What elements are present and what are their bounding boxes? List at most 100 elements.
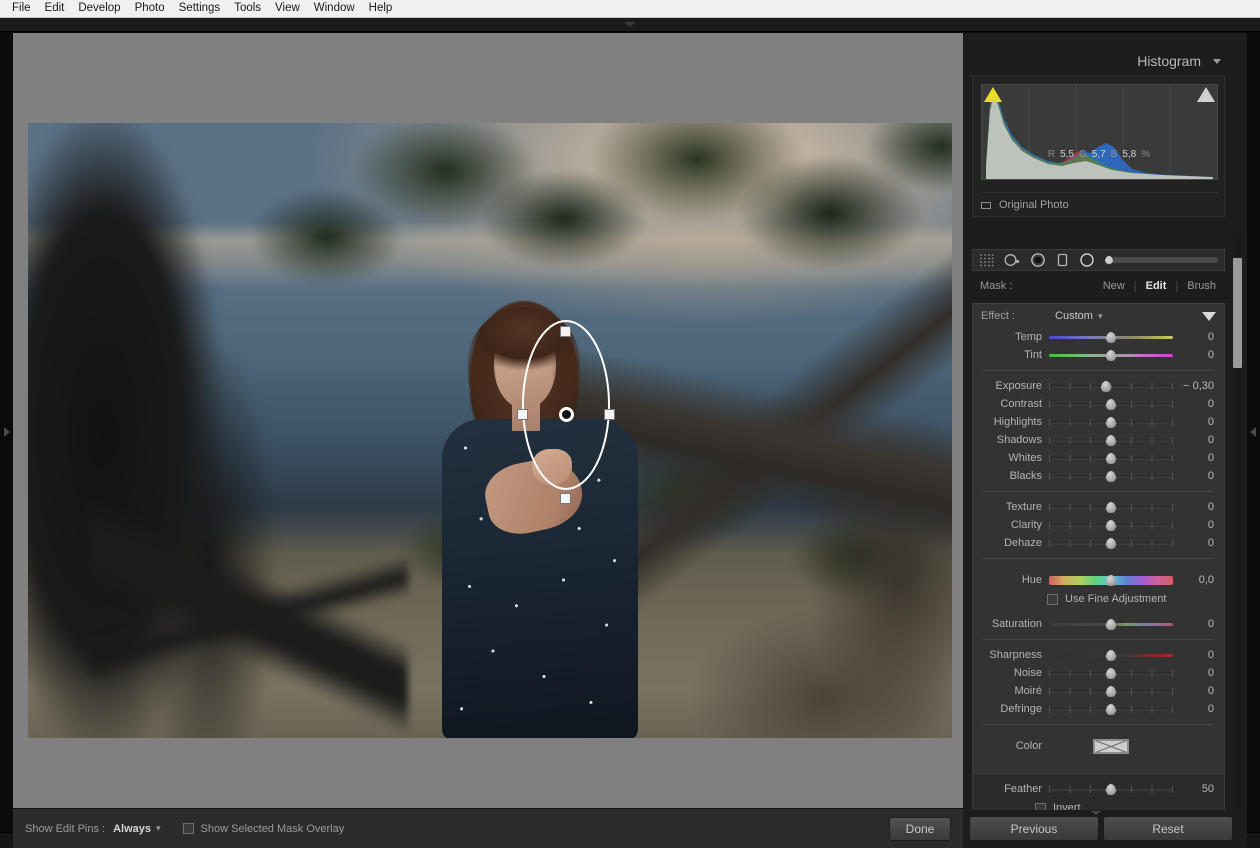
slider-knob-texture[interactable]	[1105, 501, 1117, 514]
slider-track-sharpness[interactable]	[1049, 646, 1173, 664]
slider-track-moire[interactable]	[1049, 682, 1173, 700]
slider-track-exposure[interactable]	[1049, 377, 1173, 395]
show-mask-overlay-checkbox[interactable]	[182, 823, 194, 834]
slider-row-highlights[interactable]: Highlights 0	[973, 413, 1224, 431]
menu-item-settings[interactable]: Settings	[172, 0, 228, 17]
menu-item-edit[interactable]: Edit	[38, 0, 72, 17]
slider-value-defringe[interactable]: 0	[1178, 703, 1220, 715]
scrollbar-thumb[interactable]	[1233, 258, 1242, 368]
slider-row-noise[interactable]: Noise 0	[973, 664, 1224, 682]
color-swatch-row[interactable]: Color	[973, 731, 1224, 761]
slider-value-hue[interactable]: 0,0	[1178, 574, 1220, 586]
slider-knob-dehaze[interactable]	[1105, 537, 1117, 550]
slider-row-whites[interactable]: Whites 0	[973, 449, 1224, 467]
previous-button[interactable]: Previous	[969, 816, 1099, 841]
slider-knob-highlights[interactable]	[1105, 416, 1117, 429]
reset-button[interactable]: Reset	[1103, 816, 1233, 841]
slider-value-shadows[interactable]: 0	[1178, 434, 1220, 446]
left-panel-collapse-rail[interactable]	[0, 32, 13, 832]
slider-value-feather[interactable]: 50	[1178, 783, 1220, 795]
slider-row-hue[interactable]: Hue 0,0	[973, 571, 1224, 589]
mask-edit-button[interactable]: Edit	[1137, 280, 1176, 292]
color-swatch-button[interactable]	[1093, 738, 1129, 754]
slider-value-exposure[interactable]: − 0,30	[1178, 380, 1220, 392]
slider-row-temp[interactable]: Temp 0	[973, 328, 1224, 346]
slider-knob-whites[interactable]	[1105, 452, 1117, 465]
brush-size-slider[interactable]	[1104, 255, 1218, 265]
mask-new-button[interactable]: New	[1094, 280, 1134, 292]
slider-row-contrast[interactable]: Contrast 0	[973, 395, 1224, 413]
slider-track-texture[interactable]	[1049, 498, 1173, 516]
slider-knob-defringe[interactable]	[1105, 703, 1117, 716]
slider-row-shadows[interactable]: Shadows 0	[973, 431, 1224, 449]
slider-value-blacks[interactable]: 0	[1178, 470, 1220, 482]
slider-row-blacks[interactable]: Blacks 0	[973, 467, 1224, 485]
slider-track-shadows[interactable]	[1049, 431, 1173, 449]
mask-handle-left[interactable]	[517, 409, 528, 420]
right-panel-scrollbar[interactable]	[1233, 233, 1242, 808]
done-button[interactable]: Done	[889, 817, 951, 841]
chevron-down-icon[interactable]	[1091, 811, 1101, 815]
slider-row-clarity[interactable]: Clarity 0	[973, 516, 1224, 534]
slider-track-blacks[interactable]	[1049, 467, 1173, 485]
menu-item-develop[interactable]: Develop	[71, 0, 127, 17]
slider-row-moire[interactable]: Moiré 0	[973, 682, 1224, 700]
slider-knob-tint[interactable]	[1105, 349, 1117, 362]
menu-item-tools[interactable]: Tools	[227, 0, 268, 17]
slider-value-temp[interactable]: 0	[1178, 331, 1220, 343]
slider-value-contrast[interactable]: 0	[1178, 398, 1220, 410]
brush-size-knob[interactable]	[1104, 255, 1114, 265]
slider-track-dehaze[interactable]	[1049, 534, 1173, 552]
slider-value-moire[interactable]: 0	[1178, 685, 1220, 697]
slider-knob-contrast[interactable]	[1105, 398, 1117, 411]
original-photo-row[interactable]: Original Photo	[981, 192, 1218, 211]
slider-track-whites[interactable]	[1049, 449, 1173, 467]
radial-gradient-icon[interactable]	[1079, 253, 1095, 267]
slider-value-dehaze[interactable]: 0	[1178, 537, 1220, 549]
slider-row-dehaze[interactable]: Dehaze 0	[973, 534, 1224, 552]
slider-track-contrast[interactable]	[1049, 395, 1173, 413]
slider-value-texture[interactable]: 0	[1178, 501, 1220, 513]
slider-knob-feather[interactable]	[1105, 783, 1117, 796]
menu-item-photo[interactable]: Photo	[128, 0, 172, 17]
radial-filter-active-icon[interactable]	[1030, 253, 1046, 267]
linear-gradient-icon[interactable]	[1056, 253, 1069, 267]
slider-value-tint[interactable]: 0	[1178, 349, 1220, 361]
stepper-icon[interactable]: ▾	[1098, 311, 1103, 321]
mask-handle-right[interactable]	[604, 409, 615, 420]
slider-value-clarity[interactable]: 0	[1178, 519, 1220, 531]
slider-row-feather[interactable]: Feather 50	[973, 780, 1224, 798]
use-fine-adjustment-checkbox[interactable]	[1047, 593, 1058, 605]
slider-knob-moire[interactable]	[1105, 685, 1117, 698]
slider-track-defringe[interactable]	[1049, 700, 1173, 718]
slider-value-highlights[interactable]: 0	[1178, 416, 1220, 428]
brush-icon[interactable]	[1004, 253, 1020, 267]
slider-knob-shadows[interactable]	[1105, 434, 1117, 447]
caret-down-icon[interactable]	[1202, 311, 1216, 321]
slider-knob-noise[interactable]	[1105, 667, 1117, 680]
slider-track-hue[interactable]	[1049, 571, 1173, 589]
slider-value-sharpness[interactable]: 0	[1178, 649, 1220, 661]
effect-preset-row[interactable]: Effect : Custom ▾	[973, 304, 1224, 328]
use-fine-adjustment-row[interactable]: Use Fine Adjustment	[973, 589, 1224, 609]
select-subject-icon[interactable]	[979, 253, 994, 267]
slider-track-highlights[interactable]	[1049, 413, 1173, 431]
effect-value[interactable]: Custom	[1055, 310, 1093, 322]
slider-knob-temp[interactable]	[1105, 331, 1117, 344]
slider-track-temp[interactable]	[1049, 328, 1173, 346]
menu-item-help[interactable]: Help	[362, 0, 400, 17]
slider-knob-exposure[interactable]	[1100, 380, 1112, 393]
slider-knob-clarity[interactable]	[1105, 519, 1117, 532]
slider-knob-sharpness[interactable]	[1105, 649, 1117, 662]
right-panel-collapse-rail[interactable]	[1247, 32, 1260, 832]
mask-brush-button[interactable]: Brush	[1178, 280, 1225, 292]
photo-viewport[interactable]	[28, 123, 952, 738]
slider-value-noise[interactable]: 0	[1178, 667, 1220, 679]
slider-knob-blacks[interactable]	[1105, 470, 1117, 483]
slider-row-saturation[interactable]: Saturation 0	[973, 615, 1224, 633]
menu-item-window[interactable]: Window	[307, 0, 362, 17]
menu-item-file[interactable]: File	[5, 0, 38, 17]
slider-row-sharpness[interactable]: Sharpness 0	[973, 646, 1224, 664]
slider-row-defringe[interactable]: Defringe 0	[973, 700, 1224, 718]
mask-handle-bottom[interactable]	[560, 493, 571, 504]
